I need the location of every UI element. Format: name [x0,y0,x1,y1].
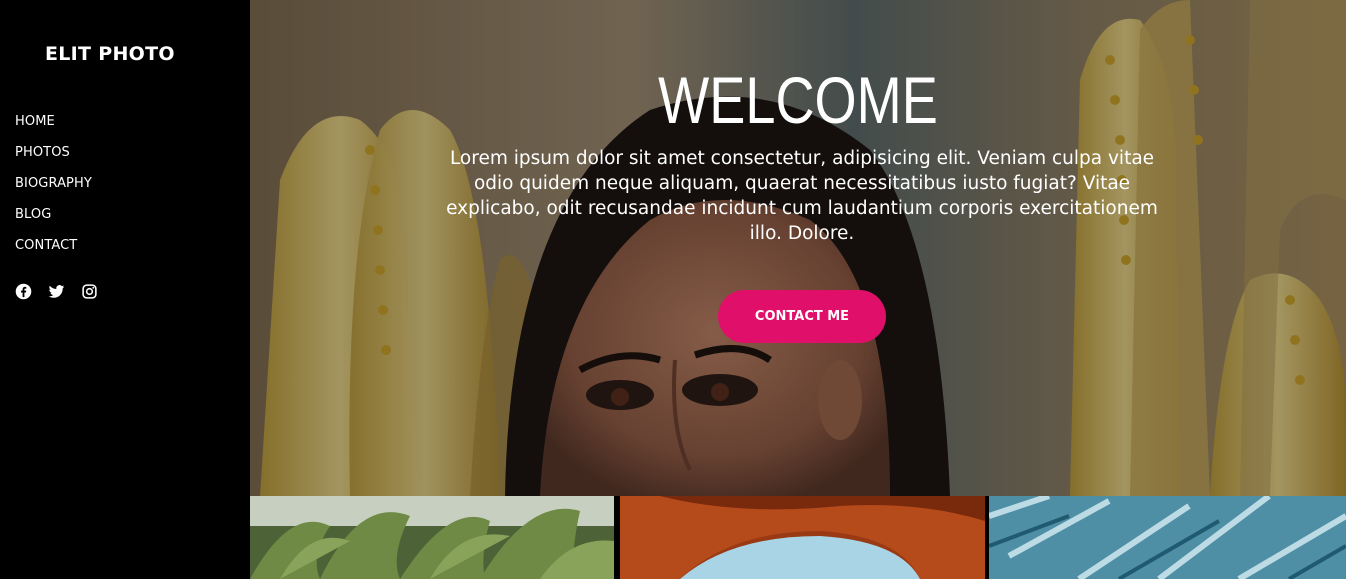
nav-item-photos: PHOTOS [15,143,92,174]
nav-item-biography: BIOGRAPHY [15,174,92,205]
brand-logo[interactable]: ELIT PHOTO [45,43,175,65]
social-links [15,283,98,300]
nav-item-home: HOME [15,112,92,143]
instagram-icon[interactable] [81,283,98,300]
sidebar: ELIT PHOTO HOME PHOTOS BIOGRAPHY BLOG CO… [0,0,250,579]
nav-link-photos[interactable]: PHOTOS [15,145,70,160]
twitter-icon[interactable] [48,283,65,300]
nav-link-contact[interactable]: CONTACT [15,238,77,253]
nav-link-home[interactable]: HOME [15,114,55,129]
nav-link-biography[interactable]: BIOGRAPHY [15,176,92,191]
gallery-thumb-plants[interactable] [250,496,614,579]
nav-item-blog: BLOG [15,205,92,236]
green-plants-photo [250,496,614,579]
hero-section: WELCOME Lorem ipsum dolor sit amet conse… [250,0,1346,496]
hero-description: Lorem ipsum dolor sit amet consectetur, … [446,148,1158,244]
contact-me-button[interactable]: CONTACT ME [718,290,886,343]
nav-item-contact: CONTACT [15,236,92,267]
blue-ice-photo [989,496,1346,579]
red-rock-arch-photo [620,496,985,579]
nav-link-blog[interactable]: BLOG [15,207,51,222]
facebook-icon[interactable] [15,283,32,300]
main-nav: HOME PHOTOS BIOGRAPHY BLOG CONTACT [15,112,92,267]
gallery-thumb-ice[interactable] [989,496,1346,579]
gallery-thumb-arch[interactable] [620,496,985,579]
hero-title: WELCOME [658,63,938,137]
